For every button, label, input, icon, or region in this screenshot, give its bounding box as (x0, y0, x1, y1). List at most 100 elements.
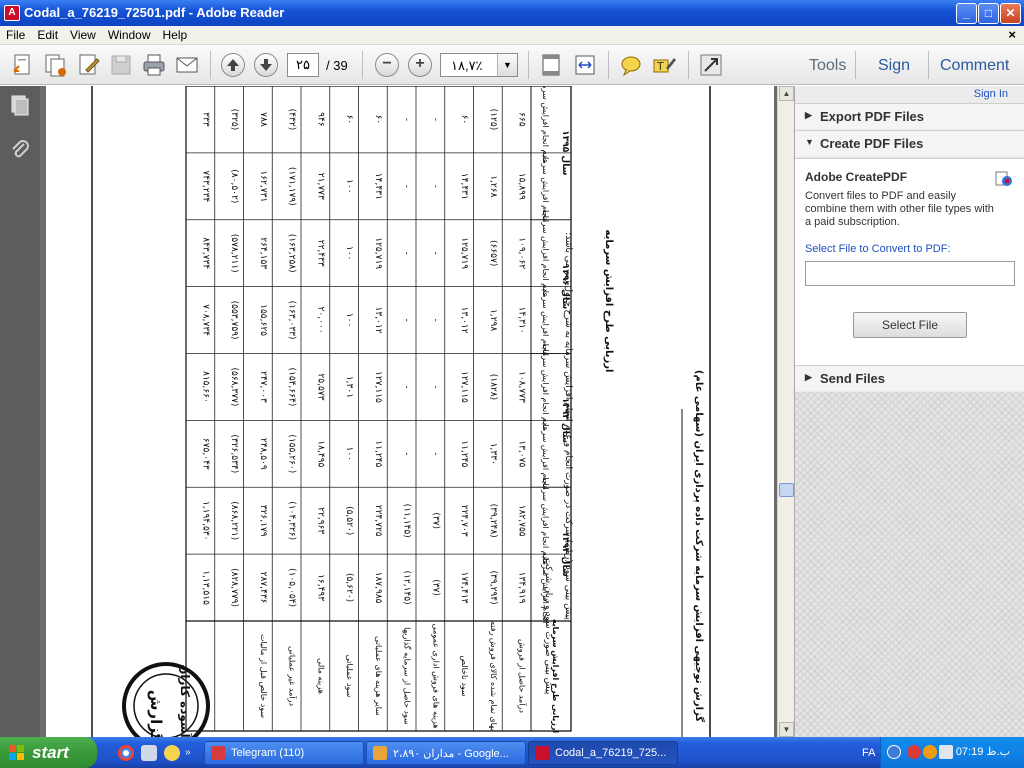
menu-file[interactable]: File (0, 26, 31, 42)
taskbar-item-telegram[interactable]: Telegram (110) (204, 741, 364, 765)
row-label: سود خالص قبل از مالیات (259, 634, 268, 718)
menu-edit[interactable]: Edit (31, 26, 64, 42)
row-label: سود ناخالص (460, 655, 469, 697)
next-page-button[interactable] (254, 53, 278, 77)
vertical-scrollbar[interactable]: ▲ ▼ (777, 86, 794, 737)
page-number-input[interactable]: ۲۵ (287, 53, 319, 77)
table-cell: ۸۱۵,۶۶۰ (200, 371, 210, 403)
system-tray: 07:19 ب.ظ (880, 737, 1024, 768)
arrow-up-icon (227, 59, 239, 71)
table-cell: ۱,۲۶۸ (488, 175, 498, 197)
zoom-in-button[interactable]: + (408, 53, 432, 77)
language-indicator[interactable]: FA (862, 747, 875, 759)
table-cell: (۱۵۴,۶۶۴) (287, 367, 297, 406)
table-cell: ۲۲,۹۶۳ (315, 507, 325, 534)
chrome-quicklaunch-icon[interactable] (118, 745, 134, 761)
sign-in-link[interactable]: Sign In (974, 88, 1008, 100)
show-desktop-icon[interactable] (141, 745, 157, 761)
tray-security-icon[interactable] (923, 745, 937, 759)
table-cell: - (402, 252, 412, 255)
scroll-thumb[interactable] (779, 483, 794, 497)
table-cell: - (430, 252, 440, 255)
table-cell: ۶۰ (459, 115, 469, 125)
tray-telegram-icon[interactable] (907, 745, 921, 759)
table-cell: (۱۰۴,۳۲۶) (287, 501, 297, 540)
table-cell: - (430, 452, 440, 455)
taskbar-item-chrome[interactable]: مداران ۲،۸۹۰ - Google... (366, 741, 526, 765)
scroll-down-icon[interactable]: ▼ (779, 722, 794, 737)
document-intro: پیش بینی سود (زیان) شرکت در صورت انجام و… (563, 232, 573, 620)
table-cell: ۱۰۸,۷۷۳ (517, 371, 527, 403)
sign-link[interactable]: Sign (878, 57, 910, 75)
create-pdf-icon[interactable] (10, 52, 36, 78)
taskbar-item-adobe-reader[interactable]: Codal_a_76219_725... (528, 741, 678, 765)
table-cell: (۵۶۸,۳۷۷) (229, 367, 239, 406)
table-cell: ۱۲۷,۱۱۵ (373, 371, 383, 403)
table-cell: ۲۱,۷۷۳ (315, 173, 325, 200)
table-cell: ۱,۲۹۸ (488, 309, 498, 331)
save-icon[interactable] (108, 52, 134, 78)
maximize-button[interactable]: □ (978, 3, 999, 24)
row-label: درآمد غیر عملیاتی (288, 646, 298, 706)
messenger-quicklaunch-icon[interactable] (164, 745, 180, 761)
quicklaunch-overflow-icon[interactable]: » (185, 748, 193, 758)
edit-document-icon[interactable] (76, 52, 102, 78)
table-cell: ۲۴۸,۵۰۹ (258, 438, 268, 470)
send-files-section[interactable]: ▶ Send Files (795, 365, 1024, 391)
select-file-button[interactable]: Select File (853, 312, 967, 338)
table-cell: (۴۳۲) (287, 109, 297, 131)
file-to-convert-field[interactable] (805, 261, 1015, 286)
toolbar-separator (608, 51, 609, 79)
row-label: سود عملیاتی (345, 655, 354, 698)
adobe-reader-icon (535, 746, 549, 760)
attachments-icon[interactable] (9, 138, 31, 160)
tray-back-icon[interactable] (887, 745, 901, 759)
highlight-text-icon[interactable]: T (651, 52, 677, 78)
table-cell: ۱۷۴,۴۱۳ (459, 572, 469, 604)
table-cell: ۱۰۰ (344, 313, 354, 328)
start-button[interactable]: start (0, 737, 97, 768)
table-cell: ۷۴۳,۲۳۴ (200, 170, 210, 202)
tray-network-icon[interactable] (939, 745, 953, 759)
previous-page-button[interactable] (221, 53, 245, 77)
minimize-button[interactable]: _ (956, 3, 977, 24)
create-pdf-section[interactable]: ▼ Create PDF Files (795, 130, 1024, 156)
menu-help[interactable]: Help (157, 26, 194, 42)
combine-files-icon[interactable] (42, 52, 68, 78)
table-cell: - (430, 318, 440, 321)
menu-window[interactable]: Window (102, 26, 157, 42)
chevron-down-icon[interactable]: ▼ (497, 54, 517, 76)
menu-view[interactable]: View (64, 26, 102, 42)
page-total-label: / 39 (326, 58, 348, 73)
rotated-table-page: ۳۳۳ ۷۴۳,۲۳۴ ۸۴۳,۷۳۴ ۷۰۸,۷۳۴ ۸۱۵,۶۶۰ ۶۷۵,۰۴۳ ۱,… (91, 86, 711, 737)
page-thumbnails-icon[interactable] (9, 94, 31, 116)
expand-icon[interactable] (698, 52, 724, 78)
document-subheader: ارزیابی طرح افزایش سرمایه (603, 230, 614, 373)
zoom-out-button[interactable]: − (375, 53, 399, 77)
zoom-level-select[interactable]: ۱۸,۷٪ ▼ (440, 53, 518, 77)
table-cell: (۵,۶۲۰) (344, 573, 354, 602)
comment-link[interactable]: Comment (940, 57, 1009, 75)
fit-page-icon[interactable] (538, 52, 564, 78)
svg-text:T: T (656, 60, 664, 73)
fit-width-icon[interactable] (572, 52, 598, 78)
print-icon[interactable] (141, 52, 167, 78)
taskbar-item-label: مداران ۲،۸۹۰ - Google... (393, 748, 509, 760)
close-document-button[interactable]: × (1008, 27, 1016, 42)
table-cell: ۶۷۵,۰۴۳ (200, 438, 210, 470)
export-pdf-section[interactable]: ▶ Export PDF Files (795, 103, 1024, 129)
email-icon[interactable] (174, 52, 200, 78)
title-bar: A Codal_a_76219_72501.pdf - Adobe Reader… (0, 0, 1024, 26)
tools-link[interactable]: Tools (809, 57, 846, 75)
close-button[interactable]: ✕ (1000, 3, 1021, 24)
scroll-up-icon[interactable]: ▲ (779, 86, 794, 101)
menu-bar: File Edit View Window Help × (0, 26, 1024, 45)
chevron-right-icon: ▶ (805, 110, 812, 120)
table-cell: ۷۰۸,۷۳۴ (200, 304, 210, 336)
sticky-note-icon[interactable] (618, 52, 644, 78)
table-cell: ۶۰ (344, 115, 354, 125)
table-cell: ۷۸۸ (258, 112, 268, 127)
table-cell: (۱۲۵) (488, 109, 498, 131)
task-pane: Sign In ▶ Export PDF Files ▼ Create PDF … (794, 86, 1024, 737)
zoom-value: ۱۸,۷٪ (451, 58, 483, 73)
